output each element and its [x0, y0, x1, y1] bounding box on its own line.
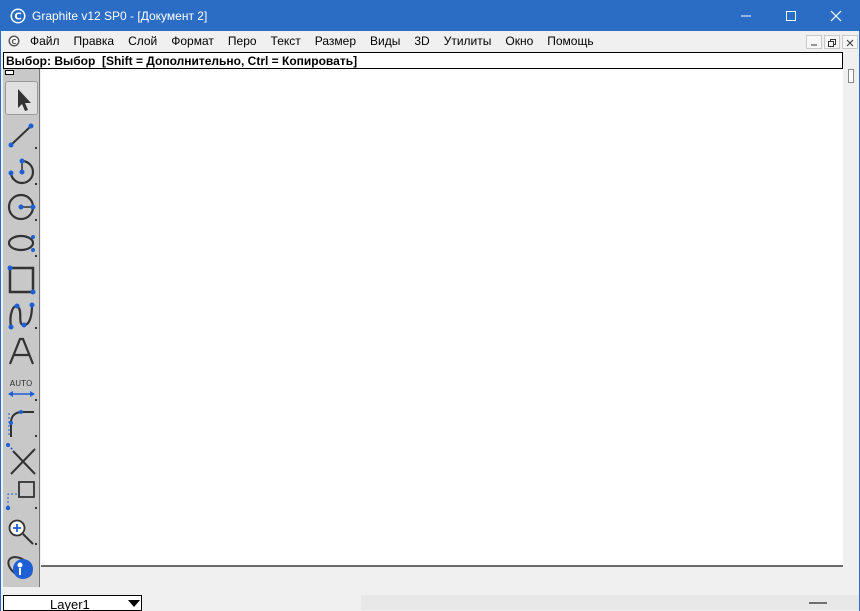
svg-text:C: C — [14, 12, 21, 23]
menu-edit[interactable]: Правка — [67, 31, 122, 51]
tool-offset[interactable] — [5, 477, 38, 511]
menu-items: Файл Правка Слой Формат Перо Текст Разме… — [23, 31, 601, 51]
drawing-canvas[interactable] — [41, 69, 843, 567]
rectangle-icon — [7, 265, 36, 295]
layer-dropdown-value: Layer1 — [50, 597, 90, 611]
menu-views[interactable]: Виды — [363, 31, 407, 51]
tool-dimension[interactable]: AUTO — [5, 369, 38, 403]
vertical-scrollbar-thumb[interactable] — [848, 69, 854, 83]
title-bar[interactable]: C Graphite v12 SP0 - [Документ 2] — [1, 1, 859, 31]
tool-text[interactable] — [5, 333, 38, 367]
tool-arc[interactable] — [5, 153, 38, 187]
restore-icon — [828, 39, 836, 47]
tool-fillet[interactable] — [5, 405, 38, 439]
svg-text:C: C — [11, 38, 16, 46]
menu-utilities[interactable]: Утилиты — [437, 31, 499, 51]
close-button[interactable] — [813, 1, 859, 31]
menu-layer[interactable]: Слой — [121, 31, 164, 51]
menu-text[interactable]: Текст — [264, 31, 308, 51]
dimension-icon: AUTO — [8, 379, 37, 401]
toolbox-grip[interactable] — [5, 70, 14, 75]
status-bar: Layer1 — [1, 594, 859, 611]
tool-circle[interactable] — [5, 189, 38, 223]
status-indicator — [809, 602, 827, 604]
menu-3d[interactable]: 3D — [407, 31, 436, 51]
menu-dimension[interactable]: Размер — [308, 31, 363, 51]
window-title: Graphite v12 SP0 - [Документ 2] — [32, 9, 208, 23]
ellipse-icon — [7, 234, 37, 257]
document-minimize-button[interactable] — [806, 35, 822, 49]
document-restore-button[interactable] — [824, 35, 840, 49]
app-window: C Graphite v12 SP0 - [Документ 2] C Файл… — [0, 0, 860, 611]
offset-icon — [5, 481, 37, 511]
text-icon — [8, 337, 35, 365]
zoom-icon — [8, 519, 37, 545]
document-system-menu-icon[interactable]: C — [8, 35, 20, 47]
close-icon — [846, 39, 854, 47]
tool-rectangle[interactable] — [5, 261, 38, 295]
minimize-button[interactable] — [723, 1, 769, 31]
minimize-icon — [811, 44, 817, 46]
menu-window[interactable]: Окно — [498, 31, 540, 51]
chevron-down-icon — [128, 600, 140, 607]
tool-prompt-text: Выбор: Выбор [Shift = Дополнительно, Ctr… — [6, 54, 358, 68]
close-icon — [830, 10, 842, 22]
status-message-field — [361, 595, 859, 610]
fillet-icon — [8, 410, 37, 437]
toolbox-palette: AUTO — [3, 69, 40, 587]
menu-format[interactable]: Формат — [164, 31, 221, 51]
menu-help[interactable]: Помощь — [540, 31, 600, 51]
tool-ellipse[interactable] — [5, 225, 38, 259]
render-globe-icon — [7, 556, 33, 579]
tool-curve[interactable] — [5, 297, 38, 331]
tool-line[interactable] — [5, 117, 38, 151]
arc-icon — [8, 158, 37, 185]
minimize-icon — [741, 15, 751, 17]
menu-bar: C Файл Правка Слой Формат Перо Текст Раз… — [1, 31, 859, 51]
horizontal-scroll-area — [41, 569, 859, 594]
select-arrow-icon — [18, 89, 31, 111]
menu-file[interactable]: Файл — [23, 31, 67, 51]
line-icon — [8, 123, 37, 149]
maximize-icon — [786, 11, 796, 21]
menu-pen[interactable]: Перо — [221, 31, 264, 51]
document-close-button[interactable] — [842, 35, 858, 49]
svg-text:AUTO: AUTO — [10, 379, 33, 388]
maximize-button[interactable] — [768, 1, 814, 31]
curve-icon — [8, 302, 37, 330]
tool-zoom[interactable] — [5, 513, 38, 547]
tool-trim[interactable] — [5, 441, 38, 475]
vertical-scrollbar[interactable] — [844, 52, 859, 567]
layer-dropdown[interactable]: Layer1 — [3, 595, 142, 611]
trim-icon — [6, 443, 36, 475]
tool-render[interactable] — [5, 549, 38, 583]
circle-icon — [7, 193, 37, 221]
tool-select[interactable] — [5, 81, 38, 115]
graphite-app-icon: C — [10, 8, 26, 24]
tool-prompt-line: Выбор: Выбор [Shift = Дополнительно, Ctr… — [3, 52, 843, 69]
